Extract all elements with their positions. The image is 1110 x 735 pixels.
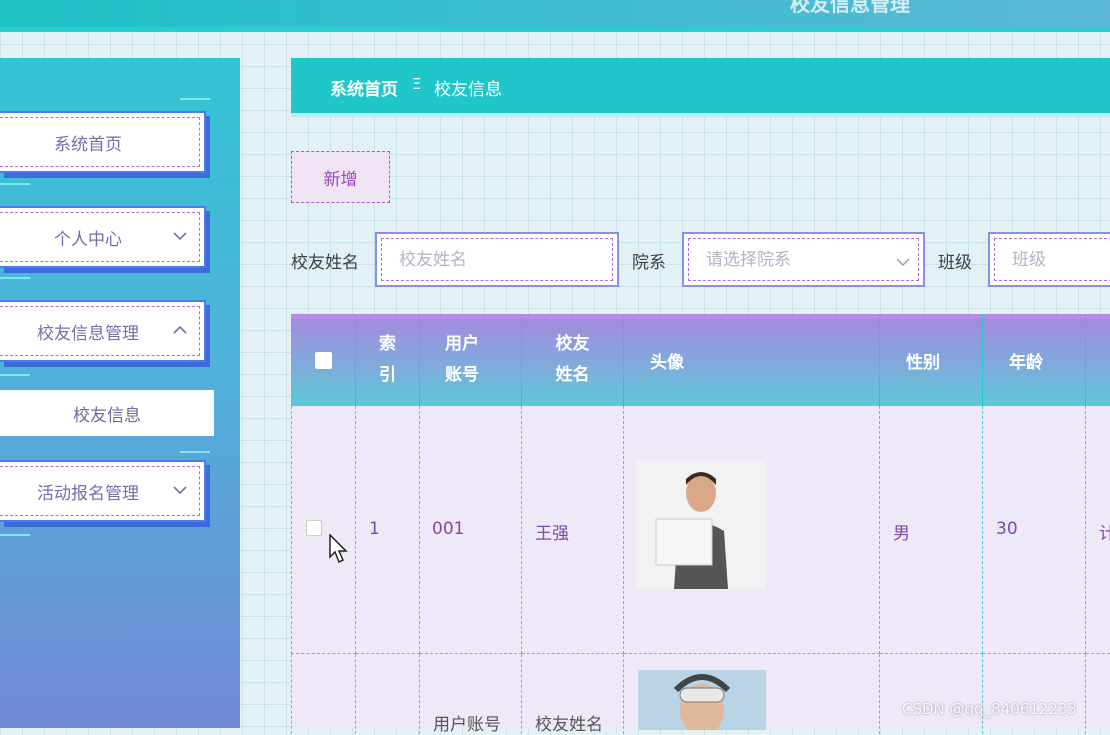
sidebar-item-personal-center[interactable]: 个人中心: [0, 206, 206, 268]
header-strip: [0, 27, 1110, 32]
table-body: 1 001 王强 男 30 计 用户账号 校友姓名: [291, 406, 1110, 735]
sidebar-item-activity-registration[interactable]: 活动报名管理: [0, 460, 206, 522]
sidebar-decoration: [0, 374, 30, 376]
table-cell-age: 30: [983, 406, 1086, 654]
dept-select[interactable]: [682, 232, 925, 287]
table-cell: [291, 406, 356, 654]
class-search-input[interactable]: [1010, 246, 1110, 274]
breadcrumb-home[interactable]: 系统首页: [330, 75, 398, 100]
sidebar-subitem-alumni-info[interactable]: 校友信息: [0, 390, 214, 436]
breadcrumb-current: 校友信息: [434, 80, 502, 100]
sidebar-decoration: [0, 277, 30, 279]
add-button[interactable]: 新增: [291, 151, 390, 203]
chevron-down-icon: [173, 486, 187, 495]
row-checkbox[interactable]: [306, 520, 322, 536]
header-select-all[interactable]: [291, 314, 356, 406]
chevron-down-icon: [173, 232, 187, 241]
chevron-up-icon: [173, 325, 187, 334]
table-cell-avatar: [624, 406, 880, 654]
table-cell-gender: 男: [880, 406, 983, 654]
column-header-more: [1086, 314, 1110, 406]
class-search-field[interactable]: [988, 232, 1110, 287]
column-header-account: 用户 账号: [420, 314, 522, 406]
sidebar-item-label: 校友信息管理: [37, 323, 139, 344]
column-header-gender: 性别: [880, 314, 983, 406]
sidebar-item-label: 活动报名管理: [37, 483, 139, 504]
sidebar-item-label: 个人中心: [54, 229, 122, 250]
table-cell-name: 校友姓名: [522, 654, 624, 735]
table-cell-account: 用户账号: [420, 654, 522, 735]
breadcrumb: 系统首页 Ξ 校友信息: [291, 58, 1110, 117]
table-cell-index: 1: [356, 406, 420, 654]
class-search-label: 班级: [938, 253, 972, 273]
table-cell-name: 王强: [522, 406, 624, 654]
column-header-index: 索 引: [356, 314, 420, 406]
avatar-image: [638, 670, 766, 730]
table-cell-more: 计: [1086, 406, 1110, 654]
sidebar-decoration: [0, 534, 30, 536]
table-cell-index: [356, 654, 420, 734]
table-cell-account: 001: [420, 406, 522, 654]
column-header-name: 校友 姓名: [522, 314, 624, 406]
table-header: 索 引 用户 账号 校友 姓名 头像 性别 年龄: [291, 314, 1110, 406]
avatar-image: [636, 461, 766, 589]
column-header-age: 年龄: [983, 314, 1086, 406]
table-cell-age: [983, 654, 1086, 734]
name-search-label: 校友姓名: [291, 253, 359, 273]
name-search-field[interactable]: [375, 232, 619, 287]
app-title: 校友信息管理: [790, 0, 910, 16]
sidebar-item-home[interactable]: 系统首页: [0, 111, 206, 173]
dept-search-label: 院系: [632, 253, 666, 273]
sidebar-item-label: 系统首页: [54, 134, 122, 155]
sidebar-item-alumni-management[interactable]: 校友信息管理: [0, 300, 206, 362]
cursor-icon: [329, 534, 348, 564]
breadcrumb-separator-icon: Ξ: [412, 75, 422, 93]
chevron-down-icon: [896, 258, 910, 266]
table-cell-avatar: [624, 654, 880, 734]
table-cell-gender: [880, 654, 983, 734]
sidebar-decoration: [180, 98, 210, 100]
sidebar-decoration: [180, 451, 210, 453]
select-all-checkbox[interactable]: [314, 351, 332, 369]
column-header-avatar: 头像: [624, 314, 880, 406]
dept-select-input[interactable]: [704, 246, 908, 274]
watermark: CSDN @qq_840612233: [902, 700, 1077, 718]
name-search-input[interactable]: [397, 246, 601, 274]
table-cell: [291, 654, 356, 734]
top-header: 校友信息管理: [0, 0, 1110, 32]
sidebar-decoration: [0, 183, 30, 185]
